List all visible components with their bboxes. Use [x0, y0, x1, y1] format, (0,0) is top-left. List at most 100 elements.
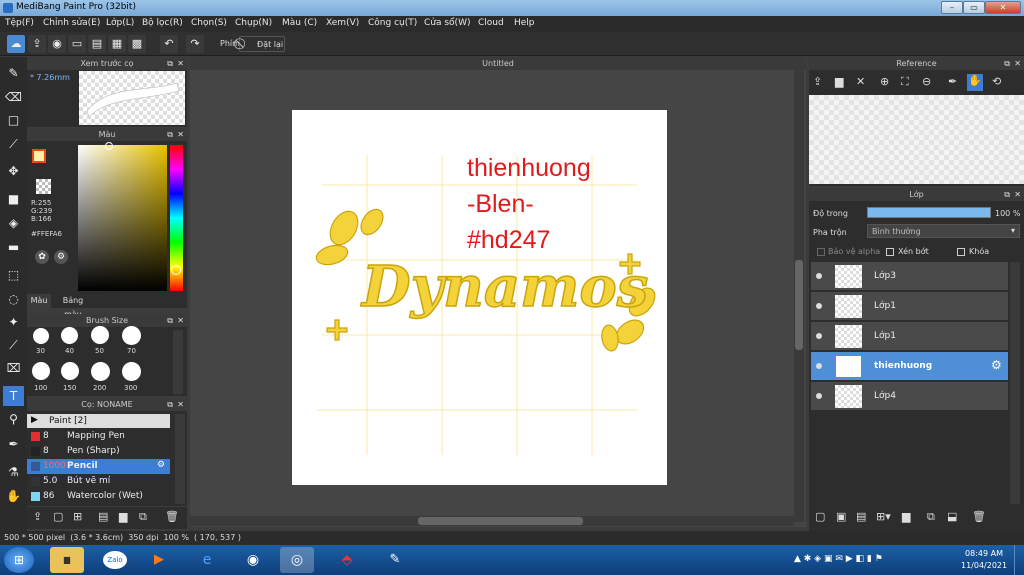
zoom-in-icon[interactable]: ⊕	[880, 75, 889, 88]
new-brush-icon[interactable]: ▢	[53, 510, 63, 523]
hand-tool-icon[interactable]: ✋	[3, 486, 24, 506]
redo-icon[interactable]: ↷	[186, 35, 204, 53]
folder-icon[interactable]: ▆	[902, 510, 910, 523]
brush-item[interactable]: 86 Watercolor (Wet)	[27, 489, 170, 504]
pdf-reader-icon[interactable]: ⬘	[330, 547, 364, 573]
share-icon[interactable]: ⇪	[28, 35, 46, 53]
move-tool-icon[interactable]: ✥	[3, 161, 24, 181]
brush-size-dot[interactable]	[61, 327, 78, 344]
paint-app-icon[interactable]: ✎	[378, 547, 412, 573]
close-panel-icon[interactable]: ✕	[1014, 188, 1021, 201]
new-halftone-layer-icon[interactable]: ▣	[836, 510, 846, 523]
layer-row-selected[interactable]: thienhuong ⚙	[811, 352, 1008, 381]
reset-button[interactable]: ⃠ Đặt lại	[239, 36, 285, 52]
trash-icon[interactable]: 🗑	[165, 510, 179, 523]
fit-icon[interactable]: ⛶	[901, 75, 909, 89]
close-panel-icon[interactable]: ✕	[177, 314, 184, 327]
zoom-out-icon[interactable]: ⊖	[922, 75, 931, 88]
palette-icon[interactable]: ✿	[35, 250, 49, 264]
cloud-icon[interactable]: ☁	[7, 35, 25, 53]
close-icon[interactable]: ✕	[856, 75, 865, 88]
layer-scrollbar[interactable]	[1010, 262, 1020, 504]
document-tab[interactable]: Untitled	[190, 57, 806, 70]
horizontal-scrollbar[interactable]	[190, 516, 794, 526]
chrome-icon[interactable]: ◉	[236, 547, 270, 573]
visibility-icon[interactable]	[816, 273, 822, 279]
detach-icon[interactable]: ⧉	[167, 57, 173, 70]
menu-layer[interactable]: Lớp(L)	[106, 18, 134, 28]
foreground-color-swatch[interactable]	[32, 149, 46, 163]
file-explorer-icon[interactable]: ▆	[50, 547, 84, 573]
detach-icon[interactable]: ⧉	[167, 398, 173, 411]
close-panel-icon[interactable]: ✕	[177, 398, 184, 411]
folder-icon[interactable]: ▆	[119, 510, 127, 523]
lock-checkbox[interactable]	[957, 248, 965, 256]
brush-size-dot[interactable]	[32, 362, 50, 380]
vertical-scroll-thumb[interactable]	[795, 260, 803, 350]
zalo-taskbar-button[interactable]: Zalo	[98, 547, 132, 573]
layer-row[interactable]: Lớp1	[811, 322, 1008, 351]
layer-row[interactable]: Lớp3	[811, 262, 1008, 291]
pen-tool-icon[interactable]: ✒	[3, 434, 24, 454]
menu-select[interactable]: Chọn(S)	[191, 18, 227, 28]
select-eraser-tool-icon[interactable]: ⌧	[3, 358, 24, 378]
brush-size-dot[interactable]	[91, 362, 110, 381]
upload-icon[interactable]: ⇪	[33, 510, 42, 523]
tab-palette[interactable]: Bảng màu	[53, 294, 93, 319]
tab-color[interactable]: Màu	[27, 294, 51, 308]
line-tool-icon[interactable]: ⟋	[3, 134, 24, 154]
lasso-tool-icon[interactable]: ◌	[3, 289, 24, 309]
gradient-tool-icon[interactable]: ▬	[3, 237, 24, 257]
eraser-tool-icon[interactable]: ⌫	[3, 87, 24, 107]
drawing-canvas[interactable]: Dynamos thienhuong -Blen- #hd247	[292, 110, 667, 485]
menu-window[interactable]: Cửa sổ(W)	[424, 18, 470, 28]
document-icon[interactable]: ▤	[88, 35, 106, 53]
fill-rect-tool-icon[interactable]: ■	[3, 189, 24, 209]
start-button[interactable]: ⊞	[4, 547, 34, 573]
show-desktop-button[interactable]	[1014, 545, 1024, 575]
menu-help[interactable]: Help	[514, 18, 535, 28]
menu-color[interactable]: Màu (C)	[282, 18, 317, 28]
detach-icon[interactable]: ⧉	[1004, 188, 1010, 201]
duplicate-icon[interactable]: ⧉	[927, 510, 935, 524]
upload-icon[interactable]: ⇪	[813, 75, 822, 88]
menu-cloud[interactable]: Cloud	[478, 18, 504, 28]
close-panel-icon[interactable]: ✕	[1014, 57, 1021, 70]
new-layer-icon[interactable]: ▢	[815, 510, 825, 523]
brush-size-dot[interactable]	[33, 328, 49, 344]
expand-icon[interactable]: ▶	[31, 415, 38, 425]
chat-icon[interactable]: ▭	[68, 35, 86, 53]
media-player-icon[interactable]: ▶	[142, 547, 176, 573]
menu-tools[interactable]: Công cụ(T)	[368, 18, 417, 28]
brush-item[interactable]: 5.0 Bút vẽ mí	[27, 474, 170, 489]
visibility-icon[interactable]	[816, 303, 822, 309]
brush-group-header[interactable]: ▶ Paint [2]	[27, 414, 170, 428]
select-pen-tool-icon[interactable]: ⟋	[3, 335, 24, 355]
visibility-icon[interactable]	[816, 393, 822, 399]
hue-slider[interactable]	[170, 145, 183, 291]
eyedropper-tool-icon[interactable]: ⚗	[3, 462, 24, 482]
select-tool-icon[interactable]: ⬚	[3, 265, 24, 285]
rotate-icon[interactable]: ⟲	[992, 75, 1001, 88]
horizontal-scroll-thumb[interactable]	[418, 517, 583, 525]
new-8bit-layer-icon[interactable]: ▤	[856, 510, 866, 523]
brush-list-scrollbar[interactable]	[175, 414, 185, 504]
merge-icon[interactable]: ⬓	[947, 510, 957, 523]
brush-item[interactable]: 8 Mapping Pen	[27, 429, 170, 444]
operation-tool-icon[interactable]: ⚲	[3, 409, 24, 429]
brush-size-dot[interactable]	[61, 362, 79, 380]
hand-icon[interactable]: ✋	[967, 74, 983, 91]
magic-wand-tool-icon[interactable]: ✦	[3, 312, 24, 332]
rectangle-tool-icon[interactable]: □	[3, 110, 24, 130]
opacity-slider[interactable]	[867, 207, 991, 218]
text-tool-icon[interactable]: T	[3, 386, 24, 406]
detach-icon[interactable]: ⧉	[167, 128, 173, 141]
close-panel-icon[interactable]: ✕	[177, 128, 184, 141]
brush-size-dot[interactable]	[91, 326, 109, 344]
grid-icon[interactable]: ▩	[128, 35, 146, 53]
gear-icon[interactable]: ⚙	[157, 460, 165, 470]
saturation-value-picker[interactable]	[78, 142, 167, 291]
blend-mode-select[interactable]: Bình thường ▾	[867, 224, 1020, 238]
menu-capture[interactable]: Chụp(N)	[235, 18, 272, 28]
color-picker-icon[interactable]: ⚙	[54, 250, 68, 264]
